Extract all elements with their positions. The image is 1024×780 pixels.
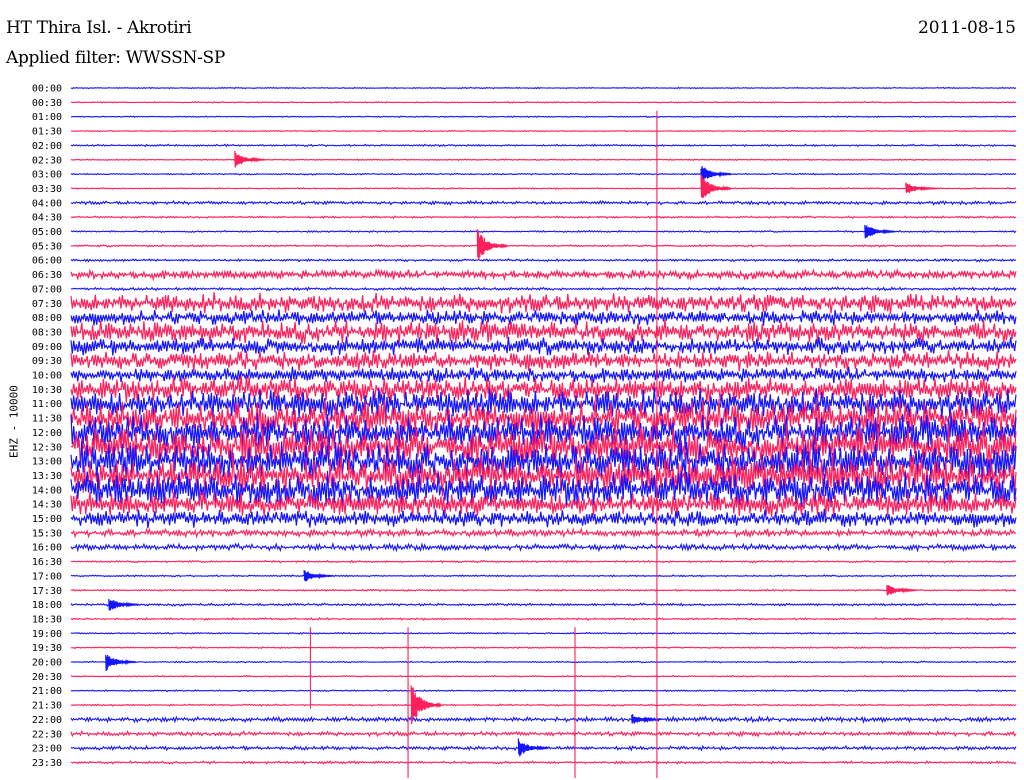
- trace-line: [70, 674, 1017, 678]
- trace-time-label: 13:30: [32, 471, 62, 482]
- trace-time-label: 23:30: [32, 758, 62, 769]
- trace-line: [70, 715, 1017, 724]
- trace-line: [70, 646, 1017, 650]
- trace-time-label: 00:30: [32, 98, 62, 109]
- trace-time-label: 14:30: [32, 500, 62, 511]
- trace-time-label: 02:00: [32, 141, 62, 152]
- trace-time-label: 17:00: [32, 571, 62, 582]
- trace-time-label: 10:00: [32, 371, 62, 382]
- trace-line: [70, 215, 1017, 220]
- trace-time-label: 06:30: [32, 270, 62, 281]
- trace-line: [70, 243, 1017, 248]
- trace-time-label: 12:30: [32, 442, 62, 453]
- event-burst: [105, 654, 137, 671]
- trace-time-label: 21:00: [32, 686, 62, 697]
- trace-line: [70, 588, 1017, 593]
- trace-time-label: 06:00: [32, 256, 62, 267]
- trace-time-label: 00:00: [32, 84, 62, 95]
- trace-line: [70, 760, 1017, 765]
- trace-time-label: 18:30: [32, 614, 62, 625]
- trace-time-label: 05:30: [32, 241, 62, 252]
- trace-line: [70, 689, 1017, 693]
- trace-line: [70, 366, 1017, 384]
- trace-time-label: 08:30: [32, 327, 62, 338]
- trace-time-label: 11:30: [32, 414, 62, 425]
- trace-time-label: 13:00: [32, 457, 62, 468]
- event-burst: [700, 166, 732, 183]
- trace-time-label: 03:00: [32, 170, 62, 181]
- trace-time-label: 12:00: [32, 428, 62, 439]
- trace-line: [70, 491, 1017, 518]
- trace-line: [70, 292, 1017, 315]
- trace-time-label: 02:30: [32, 155, 62, 166]
- trace-time-label: 05:00: [32, 227, 62, 238]
- trace-line: [70, 143, 1017, 148]
- trace-line: [70, 559, 1017, 564]
- trace-time-label: 01:00: [32, 112, 62, 123]
- trace-time-label: 09:00: [32, 342, 62, 353]
- seismogram-plot: 00:00 00:30 01:00 01:30 02:00 02:30 03:00 03:30…: [32, 84, 1017, 778]
- trace-time-label: 01:30: [32, 127, 62, 138]
- trace-line: [70, 86, 1017, 90]
- trace-time-label: 21:30: [32, 701, 62, 712]
- trace-line: [70, 267, 1017, 282]
- trace-time-label: 10:30: [32, 385, 62, 396]
- trace-time-label: 04:00: [32, 198, 62, 209]
- trace-time-label: 16:30: [32, 557, 62, 568]
- trace-line: [70, 602, 1017, 607]
- event-burst: [517, 738, 549, 757]
- trace-line: [70, 574, 1017, 578]
- trace-time-label: 18:00: [32, 600, 62, 611]
- trace-line: [70, 509, 1017, 529]
- trace-time-label: 15:00: [32, 514, 62, 525]
- trace-time-label: 23:00: [32, 744, 62, 755]
- trace-line: [70, 631, 1017, 635]
- event-burst: [108, 598, 140, 611]
- trace-line: [70, 158, 1017, 162]
- trace-line: [70, 257, 1017, 263]
- trace-time-label: 14:00: [32, 485, 62, 496]
- event-burst: [476, 229, 508, 260]
- event-burst: [303, 570, 335, 582]
- trace-line: [70, 729, 1017, 738]
- trace-line: [70, 703, 1017, 707]
- trace-time-label: 03:30: [32, 184, 62, 195]
- trace-time-label: 11:00: [32, 399, 62, 410]
- trace-line: [70, 199, 1017, 206]
- trace-line: [70, 617, 1017, 621]
- trace-line: [70, 660, 1017, 664]
- trace-time-label: 07:00: [32, 284, 62, 295]
- trace-time-label: 20:30: [32, 672, 62, 683]
- trace-line: [70, 541, 1017, 553]
- trace-time-label: 20:00: [32, 658, 62, 669]
- trace-line: [70, 375, 1017, 403]
- trace-time-label: 22:00: [32, 715, 62, 726]
- event-burst: [886, 585, 918, 596]
- trace-line: [70, 172, 1017, 176]
- trace-line: [70, 186, 1017, 191]
- trace-line: [70, 101, 1017, 104]
- trace-time-label: 04:30: [32, 213, 62, 224]
- trace-time-label: 19:00: [32, 629, 62, 640]
- trace-time-label: 17:30: [32, 586, 62, 597]
- trace-time-label: 16:00: [32, 543, 62, 554]
- trace-line: [70, 527, 1017, 539]
- trace-line: [70, 350, 1017, 372]
- trace-time-label: 08:00: [32, 313, 62, 324]
- trace-line: [70, 115, 1017, 119]
- trace-time-label: 09:30: [32, 356, 62, 367]
- event-burst: [234, 150, 266, 168]
- trace-time-label: 15:30: [32, 528, 62, 539]
- trace-time-label: 19:30: [32, 643, 62, 654]
- trace-line: [70, 286, 1017, 292]
- trace-line: [70, 336, 1017, 356]
- event-burst: [864, 224, 896, 239]
- trace-time-label: 07:30: [32, 299, 62, 310]
- trace-line: [70, 129, 1017, 133]
- trace-time-label: 22:30: [32, 729, 62, 740]
